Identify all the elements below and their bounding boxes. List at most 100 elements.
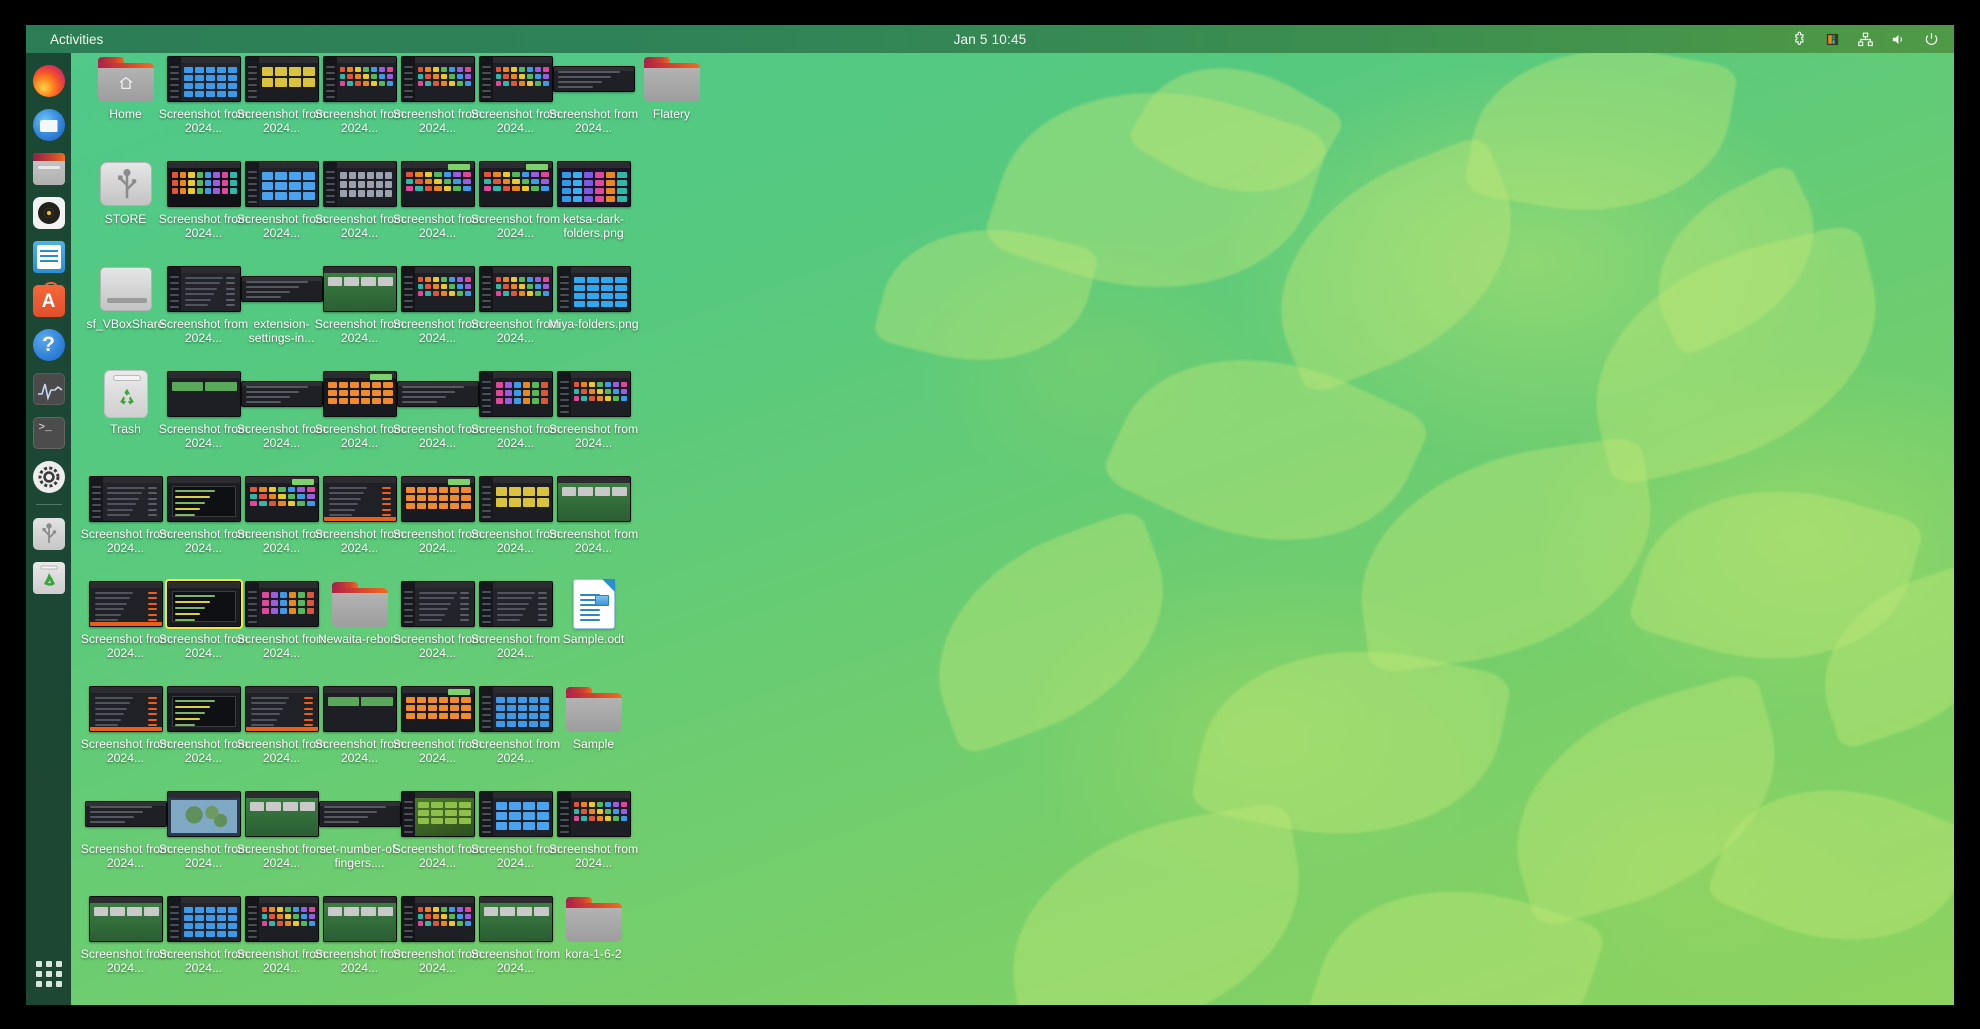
desktop-icon-label: Trash: [110, 422, 141, 436]
screenshot-thumbnail: [478, 686, 553, 732]
screenshot-thumbnail: [244, 896, 319, 942]
screenshot-thumbnail: [322, 371, 397, 417]
power-icon[interactable]: [1923, 31, 1940, 48]
screenshot-thumbnail: [556, 476, 631, 522]
desktop-icon-label: Screenshot from 2024...: [548, 422, 639, 450]
files-icon: [32, 153, 65, 185]
screenshot-thumbnail: [166, 371, 241, 417]
show-applications-button[interactable]: [32, 957, 66, 991]
folder-icon: [643, 56, 700, 102]
desktop-icon-image: [550, 158, 638, 210]
dock-item-trash[interactable]: [31, 560, 67, 596]
screenshot-thumbnail: [166, 476, 241, 522]
desktop-icon[interactable]: Sample.odt: [545, 578, 642, 647]
desktop-icon-image: [550, 578, 638, 630]
screenshot-thumbnail: [88, 686, 163, 732]
dock-item-files[interactable]: [31, 151, 67, 187]
folder-icon: [565, 896, 622, 942]
dock-item-rhythmbox[interactable]: [31, 195, 67, 231]
screenshot-thumbnail: [88, 581, 163, 627]
screenshot-thumbnail: [478, 56, 553, 102]
app-center-icon: [32, 282, 65, 317]
screenshot-thumbnail: [166, 266, 241, 312]
screenshot-thumbnail: [166, 686, 241, 732]
dock-item-settings[interactable]: [31, 459, 67, 495]
screenshot-thumbnail: [244, 161, 319, 207]
screenshot-thumbnail: [88, 896, 163, 942]
desktop-icon-label: Screenshot from 2024...: [548, 527, 639, 555]
activities-button[interactable]: Activities: [44, 30, 109, 49]
dock: [26, 53, 71, 1005]
desktop-icon-grid: Home Screenshot from 2024... Screenshot fr…: [81, 53, 766, 1003]
tray-applet-icon[interactable]: [1824, 31, 1841, 48]
screenshot-thumbnail: [244, 476, 319, 522]
screenshot-thumbnail: [322, 476, 397, 522]
libreoffice-writer-icon: [32, 241, 65, 273]
screenshot-thumbnail: [400, 266, 475, 312]
screenshot-thumbnail: [400, 791, 475, 837]
screenshot-thumbnail: [400, 581, 475, 627]
clock-menu[interactable]: Jan 5 10:45: [26, 32, 1954, 47]
desktop-icon[interactable]: ketsa-dark-folders.png: [545, 158, 642, 240]
desktop-icon[interactable]: kora-1-6-2: [545, 893, 642, 962]
dock-item-firefox[interactable]: [31, 63, 67, 99]
odt-document-icon: [572, 579, 615, 629]
screenshot-thumbnail: [166, 56, 241, 102]
desktop-icon-image: [550, 368, 638, 420]
folder-icon: [331, 581, 388, 627]
desktop-icon-label: Sample.odt: [562, 632, 625, 646]
desktop-icon[interactable]: Sample: [545, 683, 642, 752]
desktop-icon-image: [550, 893, 638, 945]
volume-icon[interactable]: [1890, 31, 1907, 48]
folder-icon: [565, 686, 622, 732]
screenshot-thumbnail: [400, 476, 475, 522]
desktop-icon-label: Miya-folders.png: [548, 317, 639, 331]
desktop-icon-image: [550, 683, 638, 735]
screenshot-thumbnail: [322, 686, 397, 732]
top-bar: Activities Jan 5 10:45: [26, 25, 1954, 53]
screen: Activities Jan 5 10:45 A ? >_ Home Scree…: [0, 0, 1980, 1029]
dock-item-thunderbird[interactable]: [31, 107, 67, 143]
screenshot-thumbnail: [478, 266, 553, 312]
desktop-icon-label: Screenshot from 2024...: [548, 842, 639, 870]
desktop-icon[interactable]: Screenshot from 2024...: [545, 368, 642, 450]
dock-separator: [35, 504, 62, 505]
screenshot-thumbnail: [400, 56, 475, 102]
desktop-icon[interactable]: Screenshot from 2024...: [545, 788, 642, 870]
dock-item-writer[interactable]: [31, 239, 67, 275]
desktop-icon[interactable]: Flatery: [623, 53, 720, 122]
desktop-icon[interactable]: Miya-folders.png: [545, 263, 642, 332]
trash-icon: [32, 562, 65, 594]
screenshot-thumbnail: [478, 476, 553, 522]
dock-item-app-center[interactable]: [31, 282, 67, 319]
screenshot-thumbnail: [400, 161, 475, 207]
desktop-icon-image: [550, 263, 638, 315]
thunderbird-icon: [32, 109, 65, 141]
desktop-icon-label: Home: [109, 107, 142, 121]
network-icon[interactable]: [1857, 31, 1874, 48]
firefox-icon: [32, 65, 65, 97]
screenshot-thumbnail: [478, 791, 553, 837]
help-icon: [32, 329, 65, 361]
dock-item-usb-store[interactable]: [31, 516, 67, 552]
screenshot-thumbnail: [400, 686, 475, 732]
home-folder-icon: [97, 56, 154, 102]
desktop-icon[interactable]: Screenshot from 2024...: [545, 473, 642, 555]
screenshot-thumbnail: [244, 686, 319, 732]
screenshot-thumbnail: [322, 161, 397, 207]
screenshot-thumbnail: [556, 161, 631, 207]
screenshot-thumbnail: [478, 896, 553, 942]
screenshot-thumbnail: [322, 56, 397, 102]
desktop-icon-label: Sample: [572, 737, 615, 751]
dock-item-system-monitor[interactable]: [31, 371, 67, 407]
wallpaper-leaf: [990, 800, 1322, 1005]
extensions-icon[interactable]: [1791, 31, 1808, 48]
desktop-icon-label: ketsa-dark-folders.png: [563, 212, 624, 240]
desktop-icon-label: STORE: [104, 212, 147, 226]
dock-item-terminal[interactable]: [31, 415, 67, 451]
dock-item-help[interactable]: [31, 327, 67, 363]
system-monitor-icon: [32, 373, 65, 405]
wallpaper-leaf: [903, 507, 1199, 758]
system-tray: [1791, 31, 1940, 48]
desktop-icon-image: [628, 53, 716, 105]
